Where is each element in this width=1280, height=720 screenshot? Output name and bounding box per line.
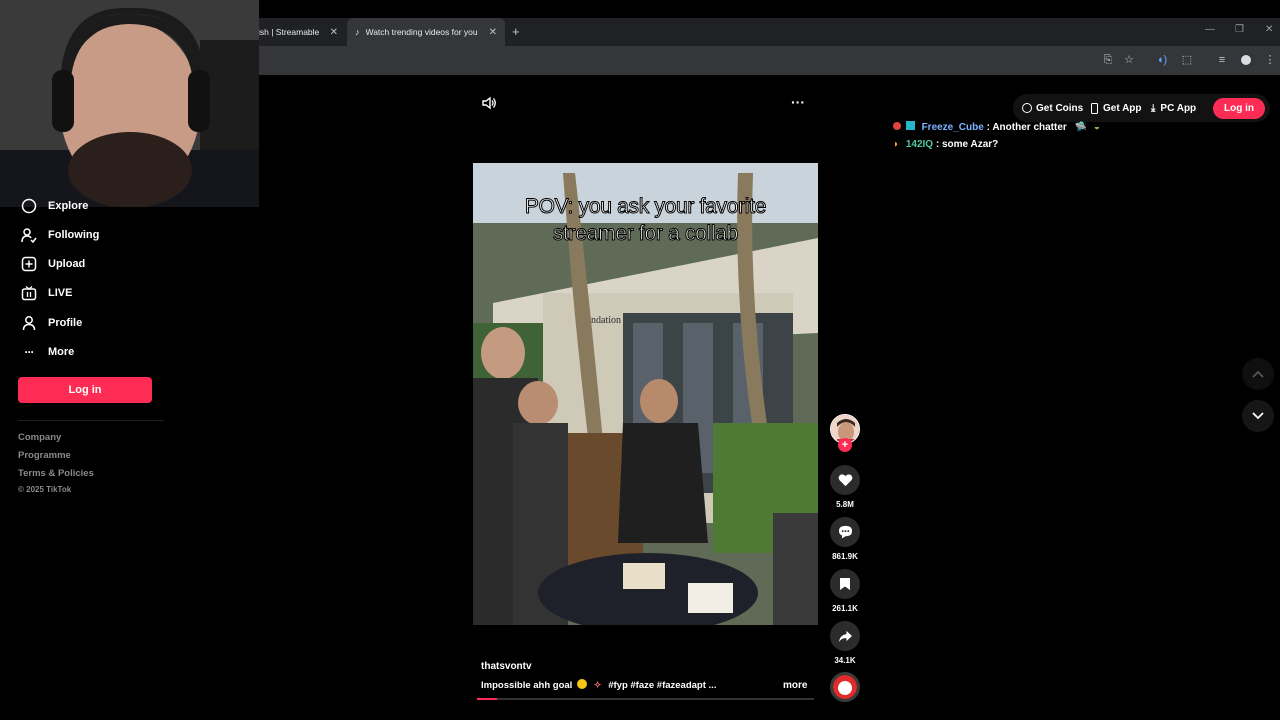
next-video-button[interactable] [1242,400,1274,432]
volume-icon[interactable] [481,95,497,116]
upload-icon [20,255,38,273]
coin-icon [1022,103,1032,113]
sidebar-item-upload[interactable]: Upload [20,254,85,274]
get-coins-button[interactable]: Get Coins [1022,96,1083,120]
tab-label: ish | Streamable [258,27,320,37]
media-controls-icon[interactable]: ≡ [1214,52,1230,68]
tab-tiktok[interactable]: ♪ Watch trending videos for you | ✕ [347,18,505,46]
tab-label: Watch trending videos for you | [365,27,478,37]
sidebar-item-label: Explore [48,200,89,212]
bookmark-icon [840,578,850,590]
badge-icon [893,122,901,130]
live-icon [20,284,38,302]
description-more-button[interactable]: more [783,680,807,691]
save-count: 261.1K [832,604,858,613]
heart-icon [838,474,852,487]
streamer-webcam-image [0,0,259,207]
header-login-button[interactable]: Log in [1213,98,1265,119]
get-app-label: Get App [1103,102,1142,114]
emote-icon: ◒ [1093,122,1100,133]
sidebar-item-explore[interactable]: Explore [20,196,88,216]
chat-message: Freeze_Cube : Another chatter 🛸 ◒ [893,121,1100,133]
copyright-text: © 2025 TikTok [18,485,72,494]
audio-playing-icon[interactable]: ◖) [1154,52,1170,68]
close-window-icon[interactable]: ✕ [1265,24,1273,35]
chat-message: ◗ 142IQ : some Azar? [893,139,998,150]
sidebar-item-live[interactable]: LIVE [20,283,72,303]
description-text: Impossible ahh goal [481,680,573,691]
comment-icon [838,525,852,539]
chevron-down-icon [1252,412,1264,420]
sidebar-item-following[interactable]: Following [20,225,99,245]
tab-streamable[interactable]: ish | Streamable ✕ [250,18,346,46]
video-player[interactable]: POV: you ask your favorite streamer for … [473,163,818,625]
sidebar-item-label: Following [48,229,100,241]
sidebar-item-label: Upload [48,258,86,270]
share-arrow-icon [838,630,852,642]
follow-plus-icon[interactable]: + [838,438,852,452]
sidebar-item-profile[interactable]: Profile [20,313,82,333]
video-author[interactable]: thatsvontv [481,661,532,672]
music-disc-icon[interactable] [830,672,860,702]
emoji-icon [576,679,587,689]
like-count: 5.8M [836,500,854,509]
chat-text: : Another chatter [986,122,1067,133]
emote-icon: 🛸 [1074,122,1088,133]
pc-app-button[interactable]: ⤓ PC App [1151,96,1196,120]
profile-avatar-icon[interactable] [1239,53,1253,67]
sidebar-item-more[interactable]: ··· More [20,342,75,362]
more-options-icon[interactable]: ··· [791,94,805,110]
tiktok-favicon-icon: ♪ [355,27,360,37]
share-button[interactable] [830,621,860,651]
comment-count: 861.9K [832,552,858,561]
menu-kebab-icon[interactable]: ⋮ [1262,52,1278,68]
profile-icon [20,314,38,332]
more-icon: ··· [24,345,35,359]
compass-icon [20,197,38,215]
chevron-up-icon [1252,370,1264,378]
like-button[interactable] [830,465,860,495]
install-app-icon[interactable]: ⎘ [1100,52,1116,68]
video-description: Impossible ahh goal ✧ #fyp #faze #fazead… [481,679,716,691]
chat-text: : some Azar? [935,139,999,150]
close-tab-icon[interactable]: ✕ [330,27,338,38]
sidebar-login-button[interactable]: Log in [18,377,152,403]
save-button[interactable] [830,569,860,599]
previous-video-button[interactable] [1242,358,1274,390]
following-icon [20,226,38,244]
pc-app-label: PC App [1160,102,1197,114]
get-app-button[interactable]: Get App [1091,96,1142,120]
close-tab-icon[interactable]: ✕ [489,27,497,38]
footer-link-programme[interactable]: Programme [18,450,71,461]
footer-link-terms[interactable]: Terms & Policies [18,468,94,479]
extensions-icon[interactable]: ⬚ [1179,52,1195,68]
sidebar-item-label: Profile [48,317,83,329]
chat-username: Freeze_Cube [921,122,984,133]
badge-icon: ◗ [893,139,900,150]
emoji-icon: ✧ [593,680,602,691]
building-sign-text: ndation [591,315,621,326]
progress-fill [477,698,498,700]
sidebar-divider [18,420,164,421]
hashtags[interactable]: #fyp #faze #fazeadapt ... [608,680,716,691]
bookmark-star-icon[interactable]: ☆ [1121,52,1137,68]
comment-button[interactable] [830,517,860,547]
badge-icon [905,121,915,130]
video-caption-line: streamer for a collab [552,222,739,246]
share-count: 34.1K [834,656,856,665]
chat-username: 142IQ [905,139,934,150]
phone-icon [1091,102,1098,114]
progress-track[interactable] [477,698,814,700]
sidebar-item-label: More [48,346,75,358]
video-caption-line: POV: you ask your favorite [524,195,767,219]
footer-link-company[interactable]: Company [18,432,61,443]
get-coins-label: Get Coins [1036,102,1084,114]
new-tab-plus-icon[interactable]: + [512,24,520,39]
minimize-icon[interactable]: — [1205,24,1215,35]
sidebar-item-label: LIVE [48,287,73,299]
webcam-overlay [0,0,259,207]
restore-icon[interactable]: ❐ [1235,24,1244,35]
download-icon: ⤓ [1151,102,1156,114]
